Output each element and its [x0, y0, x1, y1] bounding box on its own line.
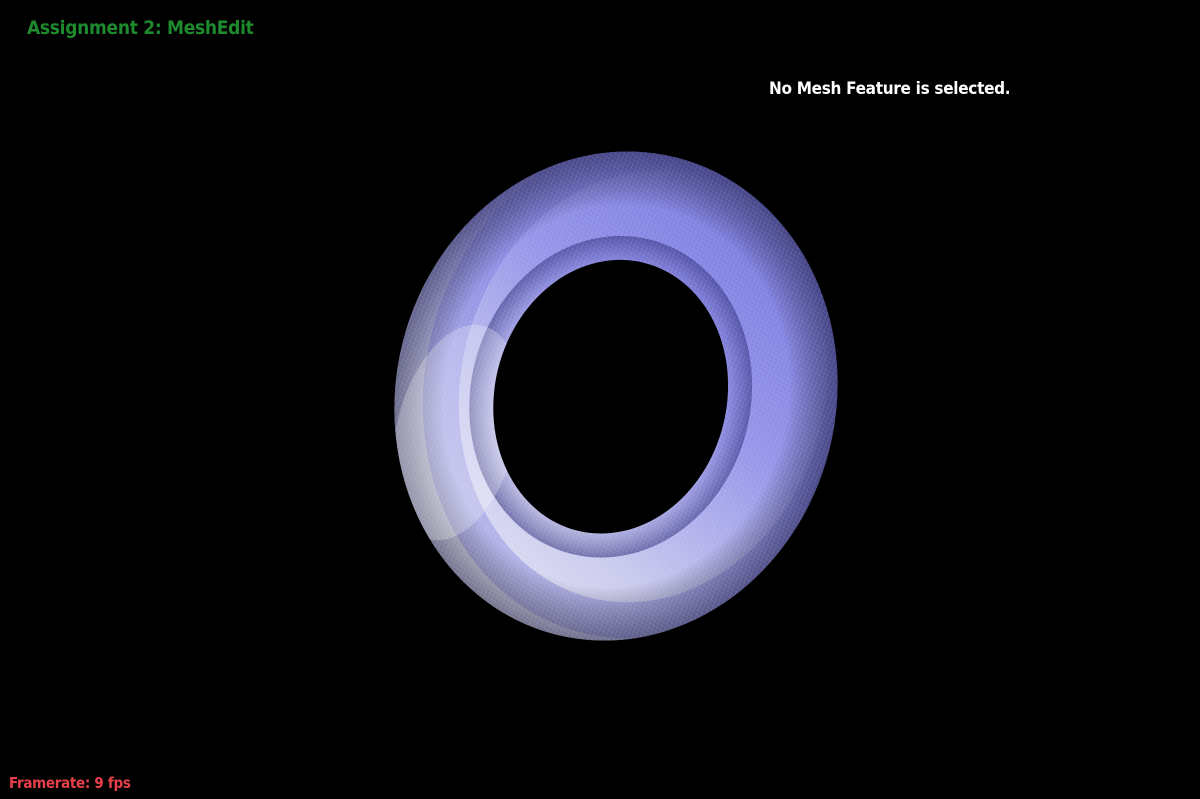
app-title: Assignment 2: MeshEdit	[27, 17, 254, 39]
mesh-render-canvas[interactable]	[0, 0, 1200, 799]
torus-mesh[interactable]	[300, 98, 940, 700]
render-viewport[interactable]: Assignment 2: MeshEdit No Mesh Feature i…	[0, 0, 1200, 799]
framerate-readout: Framerate: 9 fps	[9, 774, 131, 792]
selection-status-text: No Mesh Feature is selected.	[769, 79, 1011, 99]
